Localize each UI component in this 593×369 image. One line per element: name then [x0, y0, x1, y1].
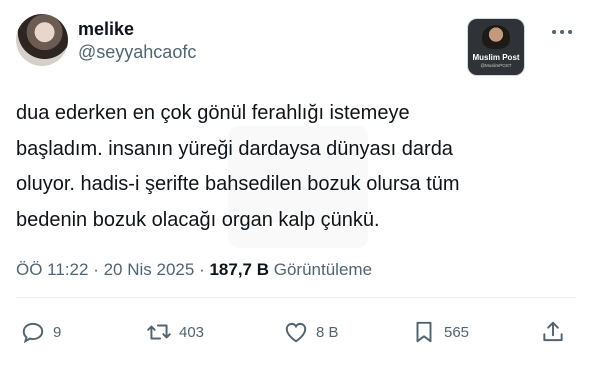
bookmark-count: 565: [444, 323, 470, 341]
avatar[interactable]: [16, 14, 68, 66]
author-names: melike @seyyahcaofc: [78, 18, 196, 64]
bookmark-button[interactable]: 565: [411, 316, 469, 348]
tweet-date[interactable]: 20 Nis 2025: [104, 260, 195, 279]
divider: [16, 297, 577, 298]
views-count: 187,7 B: [209, 260, 270, 279]
tweet-text: dua ederken en çok gönül ferahlığı istem…: [16, 102, 460, 231]
reply-button[interactable]: 9: [20, 316, 61, 348]
views-label: Görüntüleme: [273, 260, 373, 279]
tweet-header: melike @seyyahcaofc Muslim Post @MuslimP…: [16, 14, 577, 75]
repost-button[interactable]: 403: [146, 316, 204, 348]
repost-icon: [147, 324, 171, 340]
reply-icon: [22, 322, 44, 344]
like-button[interactable]: 8 B: [283, 316, 339, 348]
author-handle[interactable]: @seyyahcaofc: [78, 40, 196, 64]
meta-separator: ·: [93, 260, 99, 279]
share-icon: [543, 321, 563, 342]
badge-title: Muslim Post: [472, 53, 520, 62]
bookmark-icon: [416, 321, 432, 343]
like-icon: [285, 322, 307, 343]
share-button[interactable]: [540, 316, 573, 348]
repost-count: 403: [179, 323, 205, 341]
meta-separator: ·: [199, 260, 205, 279]
more-icon[interactable]: [552, 28, 572, 36]
reply-count: 9: [53, 323, 62, 341]
affiliate-badge[interactable]: Muslim Post @MuslimPOST: [468, 19, 524, 75]
badge-photo: [482, 25, 510, 49]
tweet-card: @MuslimPOST melike @seyyahcaofc Muslim P…: [0, 0, 593, 369]
action-bar: 9 403 8 B 565: [16, 316, 577, 348]
author-display-name[interactable]: melike: [78, 18, 196, 40]
tweet-meta: ÖÖ 11:22 · 20 Nis 2025 · 187,7 B Görüntü…: [16, 258, 372, 282]
badge-subtitle: @MuslimPOST: [480, 63, 512, 68]
like-count: 8 B: [316, 323, 339, 341]
tweet-time[interactable]: ÖÖ 11:22: [16, 260, 88, 279]
